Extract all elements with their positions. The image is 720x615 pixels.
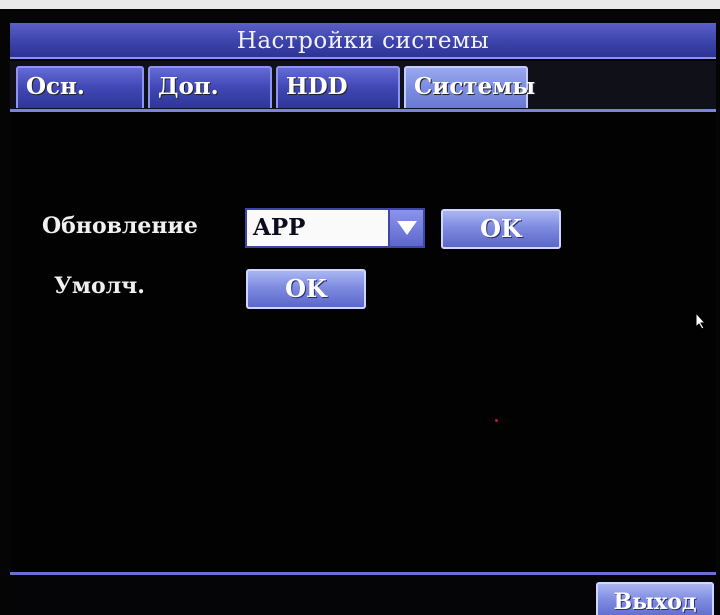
exit-button[interactable]: Выход [596,582,714,615]
default-label: Умолч. [54,273,145,299]
update-select-value: APP [253,214,306,241]
tab-advanced[interactable]: Доп. [148,66,272,108]
settings-panel [10,112,716,572]
tab-hdd[interactable]: HDD [276,66,400,108]
default-ok-button[interactable]: OK [246,269,366,309]
triangle-down-icon[interactable] [388,210,423,246]
update-select[interactable]: APP [245,208,425,248]
window-title: Настройки системы [10,23,716,59]
tab-main[interactable]: Осн. [16,66,144,108]
screen-artifact [495,419,498,422]
tab-bar: Осн. Доп. HDD Системы [10,61,716,111]
footer-bar: Выход [10,575,716,615]
dvr-screen: Настройки системы Осн. Доп. HDD Системы … [0,0,720,615]
update-label: Обновление [42,213,198,239]
update-ok-button[interactable]: OK [441,209,561,249]
tab-system[interactable]: Системы [404,66,535,108]
mouse-pointer-icon [695,311,707,334]
